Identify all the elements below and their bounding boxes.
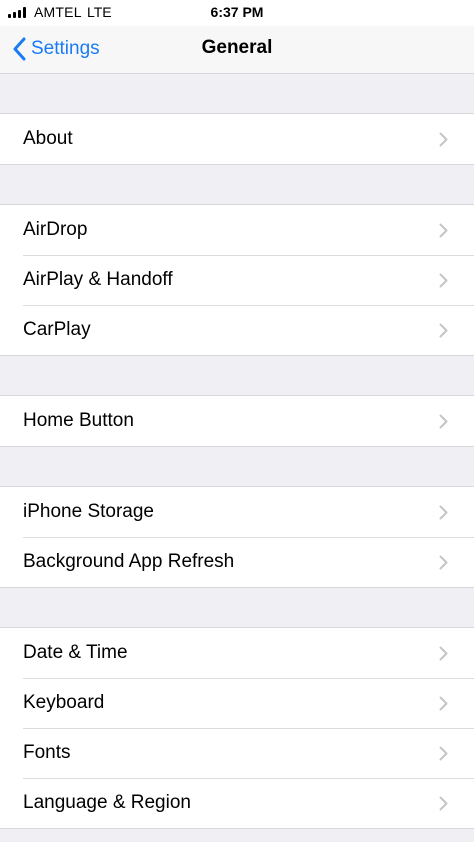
chevron-right-icon	[439, 696, 448, 711]
chevron-right-icon	[439, 746, 448, 761]
group-spacer	[0, 588, 474, 628]
settings-group-home-button: Home Button	[0, 396, 474, 447]
group-spacer	[0, 165, 474, 205]
page-title: General	[201, 37, 273, 58]
row-label: Fonts	[23, 742, 71, 763]
chevron-right-icon	[439, 323, 448, 338]
settings-list[interactable]: About AirDrop AirPlay & Handoff CarPlay …	[0, 74, 474, 842]
row-date-time[interactable]: Date & Time	[0, 628, 474, 678]
chevron-right-icon	[439, 223, 448, 238]
settings-general-screen: AMTEL LTE 6:37 PM Settings General About…	[0, 0, 474, 842]
chevron-right-icon	[439, 555, 448, 570]
chevron-right-icon	[439, 646, 448, 661]
row-label: Language & Region	[23, 792, 191, 813]
row-about[interactable]: About	[0, 114, 474, 164]
status-time: 6:37 PM	[210, 4, 264, 20]
row-label: Date & Time	[23, 642, 128, 663]
chevron-right-icon	[439, 273, 448, 288]
settings-group-storage: iPhone Storage Background App Refresh	[0, 487, 474, 588]
row-label: AirDrop	[23, 219, 88, 240]
row-background-app-refresh[interactable]: Background App Refresh	[0, 537, 474, 587]
row-label: iPhone Storage	[23, 501, 154, 522]
settings-group-locale: Date & Time Keyboard Fonts Language & Re…	[0, 628, 474, 829]
row-home-button[interactable]: Home Button	[0, 396, 474, 446]
settings-group-about: About	[0, 114, 474, 165]
row-iphone-storage[interactable]: iPhone Storage	[0, 487, 474, 537]
row-label: Home Button	[23, 410, 134, 431]
row-label: Keyboard	[23, 692, 105, 713]
row-airdrop[interactable]: AirDrop	[0, 205, 474, 255]
row-label: AirPlay & Handoff	[23, 269, 173, 290]
group-spacer	[0, 447, 474, 487]
chevron-right-icon	[439, 505, 448, 520]
row-label: Background App Refresh	[23, 551, 235, 572]
row-carplay[interactable]: CarPlay	[0, 305, 474, 355]
row-language-region[interactable]: Language & Region	[0, 778, 474, 828]
row-label: CarPlay	[23, 319, 91, 340]
group-spacer	[0, 74, 474, 114]
settings-group-connectivity: AirDrop AirPlay & Handoff CarPlay	[0, 205, 474, 356]
navigation-bar: Settings General	[0, 26, 474, 74]
chevron-right-icon	[439, 132, 448, 147]
row-label: About	[23, 128, 73, 149]
row-fonts[interactable]: Fonts	[0, 728, 474, 778]
row-keyboard[interactable]: Keyboard	[0, 678, 474, 728]
row-airplay-handoff[interactable]: AirPlay & Handoff	[0, 255, 474, 305]
chevron-right-icon	[439, 796, 448, 811]
group-spacer	[0, 356, 474, 396]
chevron-right-icon	[439, 414, 448, 429]
status-bar: AMTEL LTE 6:37 PM	[0, 0, 474, 26]
